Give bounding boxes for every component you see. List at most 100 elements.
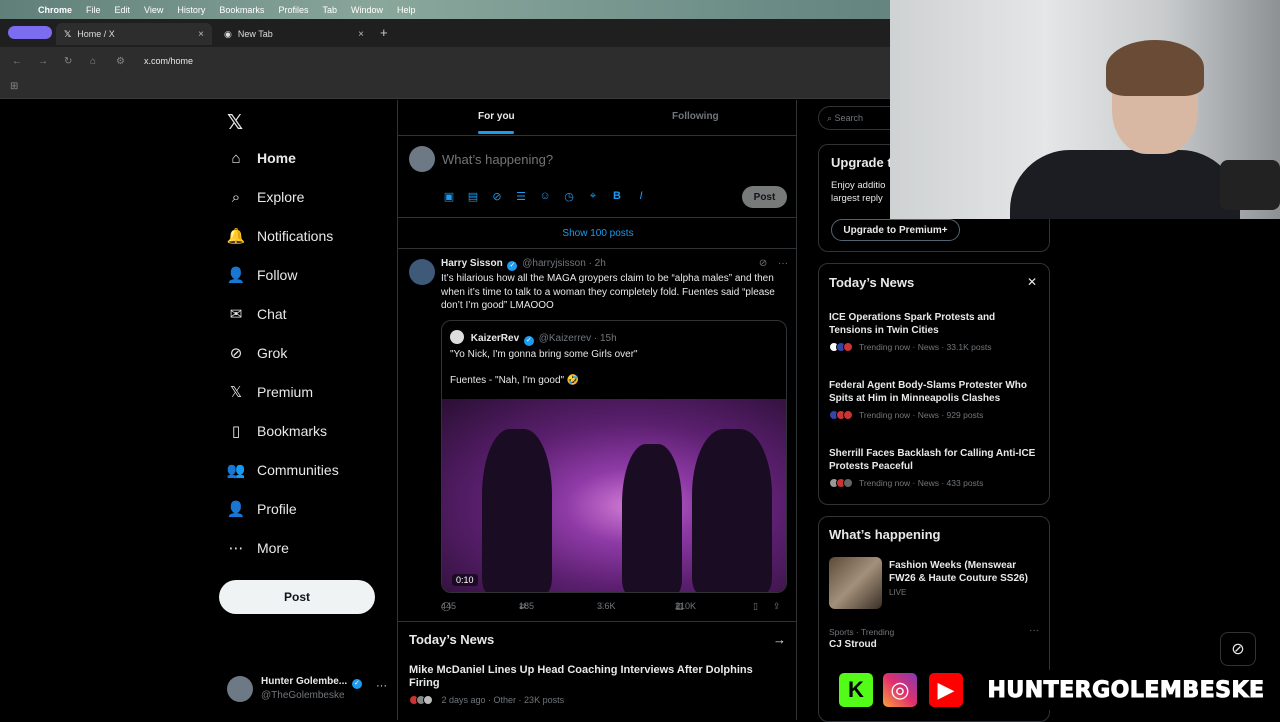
search-icon: ⌕ [231,188,241,206]
tweet[interactable]: Harry Sisson ✓ @harryjsisson · 2h ⊘ ··· … [398,249,796,622]
browser-tab-new[interactable]: ◉ New Tab × [216,23,372,45]
search-placeholder: Search [834,113,864,123]
avatar [843,478,853,488]
home-icon: ⌂ [231,149,241,167]
upgrade-premium-button[interactable]: Upgrade to Premium+ [831,219,960,241]
sidebar-item-notifications[interactable]: 🔔 Notifications [227,223,334,249]
avatar[interactable] [409,259,435,285]
sidebar-item-grok[interactable]: ⊘ Grok [227,340,288,366]
compose-post-button[interactable]: Post [742,186,787,208]
grok-floating-button[interactable]: ⊘ [1220,632,1256,666]
sidebar-item-more[interactable]: ⋯ More [227,535,289,561]
sidebar-item-home[interactable]: ⌂ Home [227,145,295,171]
bookmark-icon: ▯ [231,423,241,440]
site-info-icon[interactable]: ⚙ [116,56,130,67]
news-item[interactable]: Sherrill Faces Backlash for Calling Anti… [829,447,1041,488]
sidebar-item-label: Profile [257,501,297,517]
back-icon[interactable]: ← [12,56,26,67]
sidebar-item-label: Premium [257,384,314,400]
new-tab-button[interactable]: + [380,25,388,40]
grok-icon[interactable]: ⊘ [759,258,767,269]
menu-app-name[interactable]: Chrome [38,5,72,15]
more-options-icon[interactable]: ··· [778,258,788,269]
news-headline[interactable]: Mike McDaniel Lines Up Head Coaching Int… [409,664,779,690]
sidebar-item-bookmarks[interactable]: ▯ Bookmarks [227,418,327,444]
verified-badge-icon: ✓ [523,336,534,346]
grok-icon: ⊘ [229,345,243,362]
forward-icon[interactable]: → [38,56,52,67]
post-button[interactable]: Post [219,580,375,614]
image-icon[interactable]: ▣ [442,190,456,203]
bookmark-icon[interactable]: ▯ [753,601,758,612]
tweet-author-name[interactable]: Harry Sisson [441,258,503,269]
close-icon[interactable]: ✕ [1027,275,1037,289]
sidebar-item-premium[interactable]: 𝕏 Premium [227,379,313,405]
location-icon[interactable]: ⌖ [586,190,600,203]
browser-tab-home[interactable]: 𝕏 Home / X × [56,23,212,45]
sidebar-item-profile[interactable]: 👤 Profile [227,496,297,522]
close-tab-icon[interactable]: × [198,29,204,40]
profile-pill-icon[interactable] [8,26,52,39]
close-tab-icon[interactable]: × [358,29,364,40]
tab-for-you[interactable]: For you [478,111,515,122]
menu-profiles[interactable]: Profiles [278,5,308,15]
url-input[interactable]: x.com/home [144,56,193,66]
sidebar-item-label: Bookmarks [257,423,328,439]
menu-help[interactable]: Help [397,5,416,15]
menu-view[interactable]: View [144,5,163,15]
x-favicon-icon: 𝕏 [64,28,72,39]
poll-icon[interactable]: ☰ [514,190,528,203]
tab-following[interactable]: Following [672,111,719,122]
arrow-right-icon[interactable]: → [773,632,786,647]
menu-bookmarks[interactable]: Bookmarks [219,5,264,15]
bold-icon[interactable]: B [610,190,624,202]
sidebar-item-explore[interactable]: ⌕ Explore [227,184,305,210]
account-switcher[interactable]: Hunter Golembe... ✓ @TheGolembeske ··· [227,672,387,708]
trend-headline[interactable]: Fashion Weeks (Menswear FW26 & Haute Cou… [889,559,1041,585]
sidebar-item-follow[interactable]: 👤 Follow [226,262,298,288]
premium-title: Upgrade t [831,155,892,170]
search-input[interactable]: ⌕ Search [818,106,890,130]
trend-thumbnail[interactable] [829,557,882,609]
menu-file[interactable]: File [86,5,101,15]
tweet-time[interactable]: · 2h [589,258,606,269]
news-item[interactable]: ICE Operations Spark Protests and Tensio… [829,311,1041,352]
x-logo-icon[interactable]: 𝕏 [227,110,243,135]
trend-name[interactable]: CJ Stroud [829,639,877,650]
active-tab-indicator [478,131,514,134]
browser-tab-title: Home / X [77,29,115,39]
person-add-icon: 👤 [226,267,246,284]
show-new-posts-button[interactable]: Show 100 posts [398,218,796,249]
gif-icon[interactable]: ▤ [466,190,480,203]
sidebar-item-label: Follow [257,267,298,283]
avatar [409,146,435,172]
grok-icon[interactable]: ⊘ [490,190,504,203]
quoted-tweet[interactable]: KaizerRev ✓ @Kaizerrev · 15h "Yo Nick, I… [441,320,787,593]
emoji-icon[interactable]: ☺ [538,190,552,202]
youtube-icon: ▶ [926,670,966,710]
schedule-icon[interactable]: ◷ [562,190,576,203]
quote-author-name: KaizerRev [470,333,520,344]
reload-icon[interactable]: ↻ [64,56,78,67]
avatar [450,330,464,344]
more-options-icon[interactable]: ··· [376,680,387,692]
section-title: Today’s News [409,632,495,647]
video-player[interactable]: 0:10 [442,399,786,592]
tweet-author-handle[interactable]: @harryjsisson [522,258,586,269]
sidebar-item-communities[interactable]: 👥 Communities [227,457,339,483]
menu-tab[interactable]: Tab [322,5,337,15]
sidebar-item-chat[interactable]: ✉ Chat [227,301,287,327]
share-icon[interactable]: ⇪ [773,601,781,612]
menu-window[interactable]: Window [351,5,383,15]
apps-grid-icon[interactable]: ⊞ [10,81,18,92]
sidebar-item-label: Communities [257,462,339,478]
more-options-icon[interactable]: ··· [1029,625,1039,636]
quote-text-line: "Yo Nick, I'm gonna bring some Girls ove… [450,349,638,360]
italic-icon[interactable]: I [634,190,648,202]
menu-edit[interactable]: Edit [115,5,131,15]
home-nav-icon[interactable]: ⌂ [90,56,104,67]
todays-news-card: Today’s News ✕ ICE Operations Spark Prot… [818,263,1050,505]
menu-history[interactable]: History [177,5,205,15]
compose-input[interactable] [442,152,742,167]
news-item[interactable]: Federal Agent Body-Slams Protester Who S… [829,379,1041,420]
